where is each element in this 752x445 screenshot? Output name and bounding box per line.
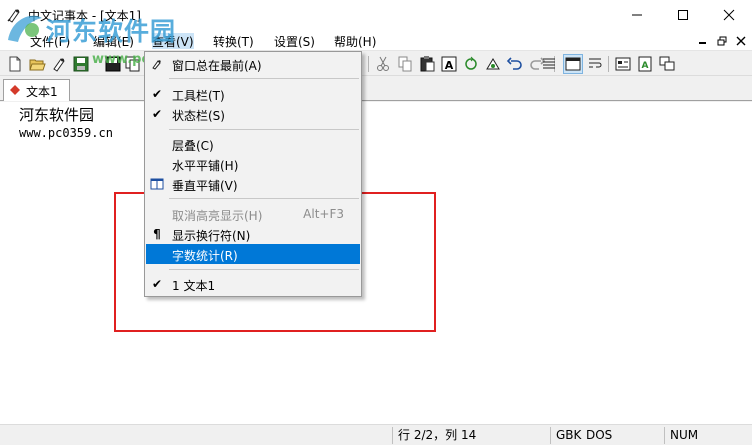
pin-icon <box>152 60 161 70</box>
menu-item-always-on-top[interactable]: 窗口总在最前(A) <box>146 54 360 74</box>
paste-icon[interactable] <box>418 55 436 73</box>
editor-line: www.pc0359.cn <box>19 126 113 140</box>
convert-doc-icon[interactable]: A <box>636 55 654 73</box>
close-icon <box>736 36 746 46</box>
copy-icon[interactable] <box>396 55 414 73</box>
mdi-minimize-button[interactable] <box>695 33 711 49</box>
options-icon[interactable] <box>614 55 632 73</box>
window-title: 中文记事本 - [文本1] <box>28 9 141 23</box>
menu-item-label: 字数统计(R) <box>172 249 238 263</box>
menu-item-label: 水平平铺(H) <box>172 159 239 173</box>
menu-separator <box>169 198 359 199</box>
find-next-icon[interactable] <box>462 55 480 73</box>
tab-document-1[interactable]: 文本1 <box>3 79 70 101</box>
replace-icon[interactable] <box>484 55 502 73</box>
menu-item-word-count[interactable]: 字数统计(R) <box>146 244 360 264</box>
document-tab-strip: 文本1 <box>0 77 752 101</box>
maximize-button[interactable] <box>660 0 706 30</box>
menu-item-label: 层叠(C) <box>172 139 214 153</box>
status-cursor-position: 行 2/2，列 14 <box>392 427 550 444</box>
multi-window-icon[interactable] <box>658 55 676 73</box>
status-numlock: NUM <box>664 427 752 444</box>
menu-separator <box>169 78 359 79</box>
checkmark-icon: ✔ <box>151 277 163 291</box>
svg-text:A: A <box>445 59 454 72</box>
menu-item-label: 显示换行符(N) <box>172 229 251 243</box>
menu-separator <box>169 129 359 130</box>
new-file-icon[interactable] <box>6 55 24 73</box>
menu-item-tile-horizontal[interactable]: 水平平铺(H) <box>146 154 360 174</box>
menu-item-toolbar[interactable]: ✔ 工具栏(T) <box>146 84 360 104</box>
save-all-icon[interactable] <box>104 55 122 73</box>
menu-item-label: 工具栏(T) <box>172 89 225 103</box>
undo-icon[interactable] <box>506 55 524 73</box>
menu-item-statusbar[interactable]: ✔ 状态栏(S) <box>146 104 360 124</box>
find-icon[interactable]: A <box>440 55 458 73</box>
notepad-icon[interactable] <box>50 55 68 73</box>
menu-settings[interactable]: 设置(S) <box>274 33 315 49</box>
minimize-button[interactable] <box>614 0 660 30</box>
toolbar: A A <box>0 52 752 76</box>
menu-item-label: 窗口总在最前(A) <box>172 59 262 73</box>
mdi-close-button[interactable] <box>733 33 749 49</box>
menu-item-label: 状态栏(S) <box>172 109 225 123</box>
cut-icon[interactable] <box>374 55 392 73</box>
tab-label: 文本1 <box>26 85 58 99</box>
title-bar: 中文记事本 - [文本1] <box>0 0 752 30</box>
tile-vertical-icon <box>150 178 164 190</box>
checkmark-icon: ✔ <box>151 87 163 101</box>
checkmark-icon: ✔ <box>151 107 163 121</box>
menu-item-label: 1 文本1 <box>172 279 216 293</box>
minimize-icon <box>699 42 706 44</box>
menu-item-label: 取消高亮显示(H) <box>172 209 263 223</box>
document-modified-icon <box>10 85 20 95</box>
menu-view[interactable]: 查看(V) <box>152 33 194 49</box>
mdi-restore-button[interactable] <box>714 33 730 49</box>
view-menu-dropdown: 窗口总在最前(A) ✔ 工具栏(T) ✔ 状态栏(S) 层叠(C) 水平平铺(H… <box>144 51 362 297</box>
window-layout-icon[interactable] <box>563 54 583 74</box>
toolbar-separator <box>608 56 609 72</box>
menu-separator <box>169 269 359 270</box>
maximize-icon <box>678 10 688 20</box>
menu-item-clear-highlight: 取消高亮显示(H) Alt+F3 <box>146 204 360 224</box>
editor-line: 河东软件园 <box>19 106 95 124</box>
align-justify-icon[interactable] <box>540 55 558 73</box>
menu-file[interactable]: 文件(F) <box>30 33 70 49</box>
menu-edit[interactable]: 编辑(E) <box>93 33 134 49</box>
menu-item-shortcut: Alt+F3 <box>303 207 344 221</box>
menu-help[interactable]: 帮助(H) <box>334 33 376 49</box>
menu-item-show-line-breaks[interactable]: ¶ 显示换行符(N) <box>146 224 360 244</box>
close-icon <box>723 9 735 21</box>
menu-item-window-1[interactable]: ✔ 1 文本1 <box>146 274 360 294</box>
toolbar-separator <box>368 56 369 72</box>
minimize-icon <box>632 14 642 16</box>
menu-item-tile-vertical[interactable]: 垂直平铺(V) <box>146 174 360 194</box>
status-line-ending: DOS <box>586 428 613 442</box>
save-icon[interactable] <box>72 55 90 73</box>
status-encoding: GBK <box>550 427 582 444</box>
open-folder-icon[interactable] <box>28 55 46 73</box>
close-button[interactable] <box>706 0 752 30</box>
notepad-app-icon[interactable] <box>6 7 22 23</box>
restore-icon <box>717 36 727 46</box>
status-bar: 行 2/2，列 14 GBK DOS NUM <box>0 424 752 445</box>
menu-bar: 文件(F) 编辑(E) 查看(V) 转换(T) 设置(S) 帮助(H) <box>0 30 752 51</box>
copy-docs-icon[interactable] <box>124 55 142 73</box>
pilcrow-icon: ¶ <box>153 227 161 241</box>
menu-convert[interactable]: 转换(T) <box>213 33 254 49</box>
svg-text:A: A <box>642 61 649 71</box>
menu-item-label: 垂直平铺(V) <box>172 179 238 193</box>
menu-item-cascade[interactable]: 层叠(C) <box>146 134 360 154</box>
word-wrap-icon[interactable] <box>586 55 604 73</box>
